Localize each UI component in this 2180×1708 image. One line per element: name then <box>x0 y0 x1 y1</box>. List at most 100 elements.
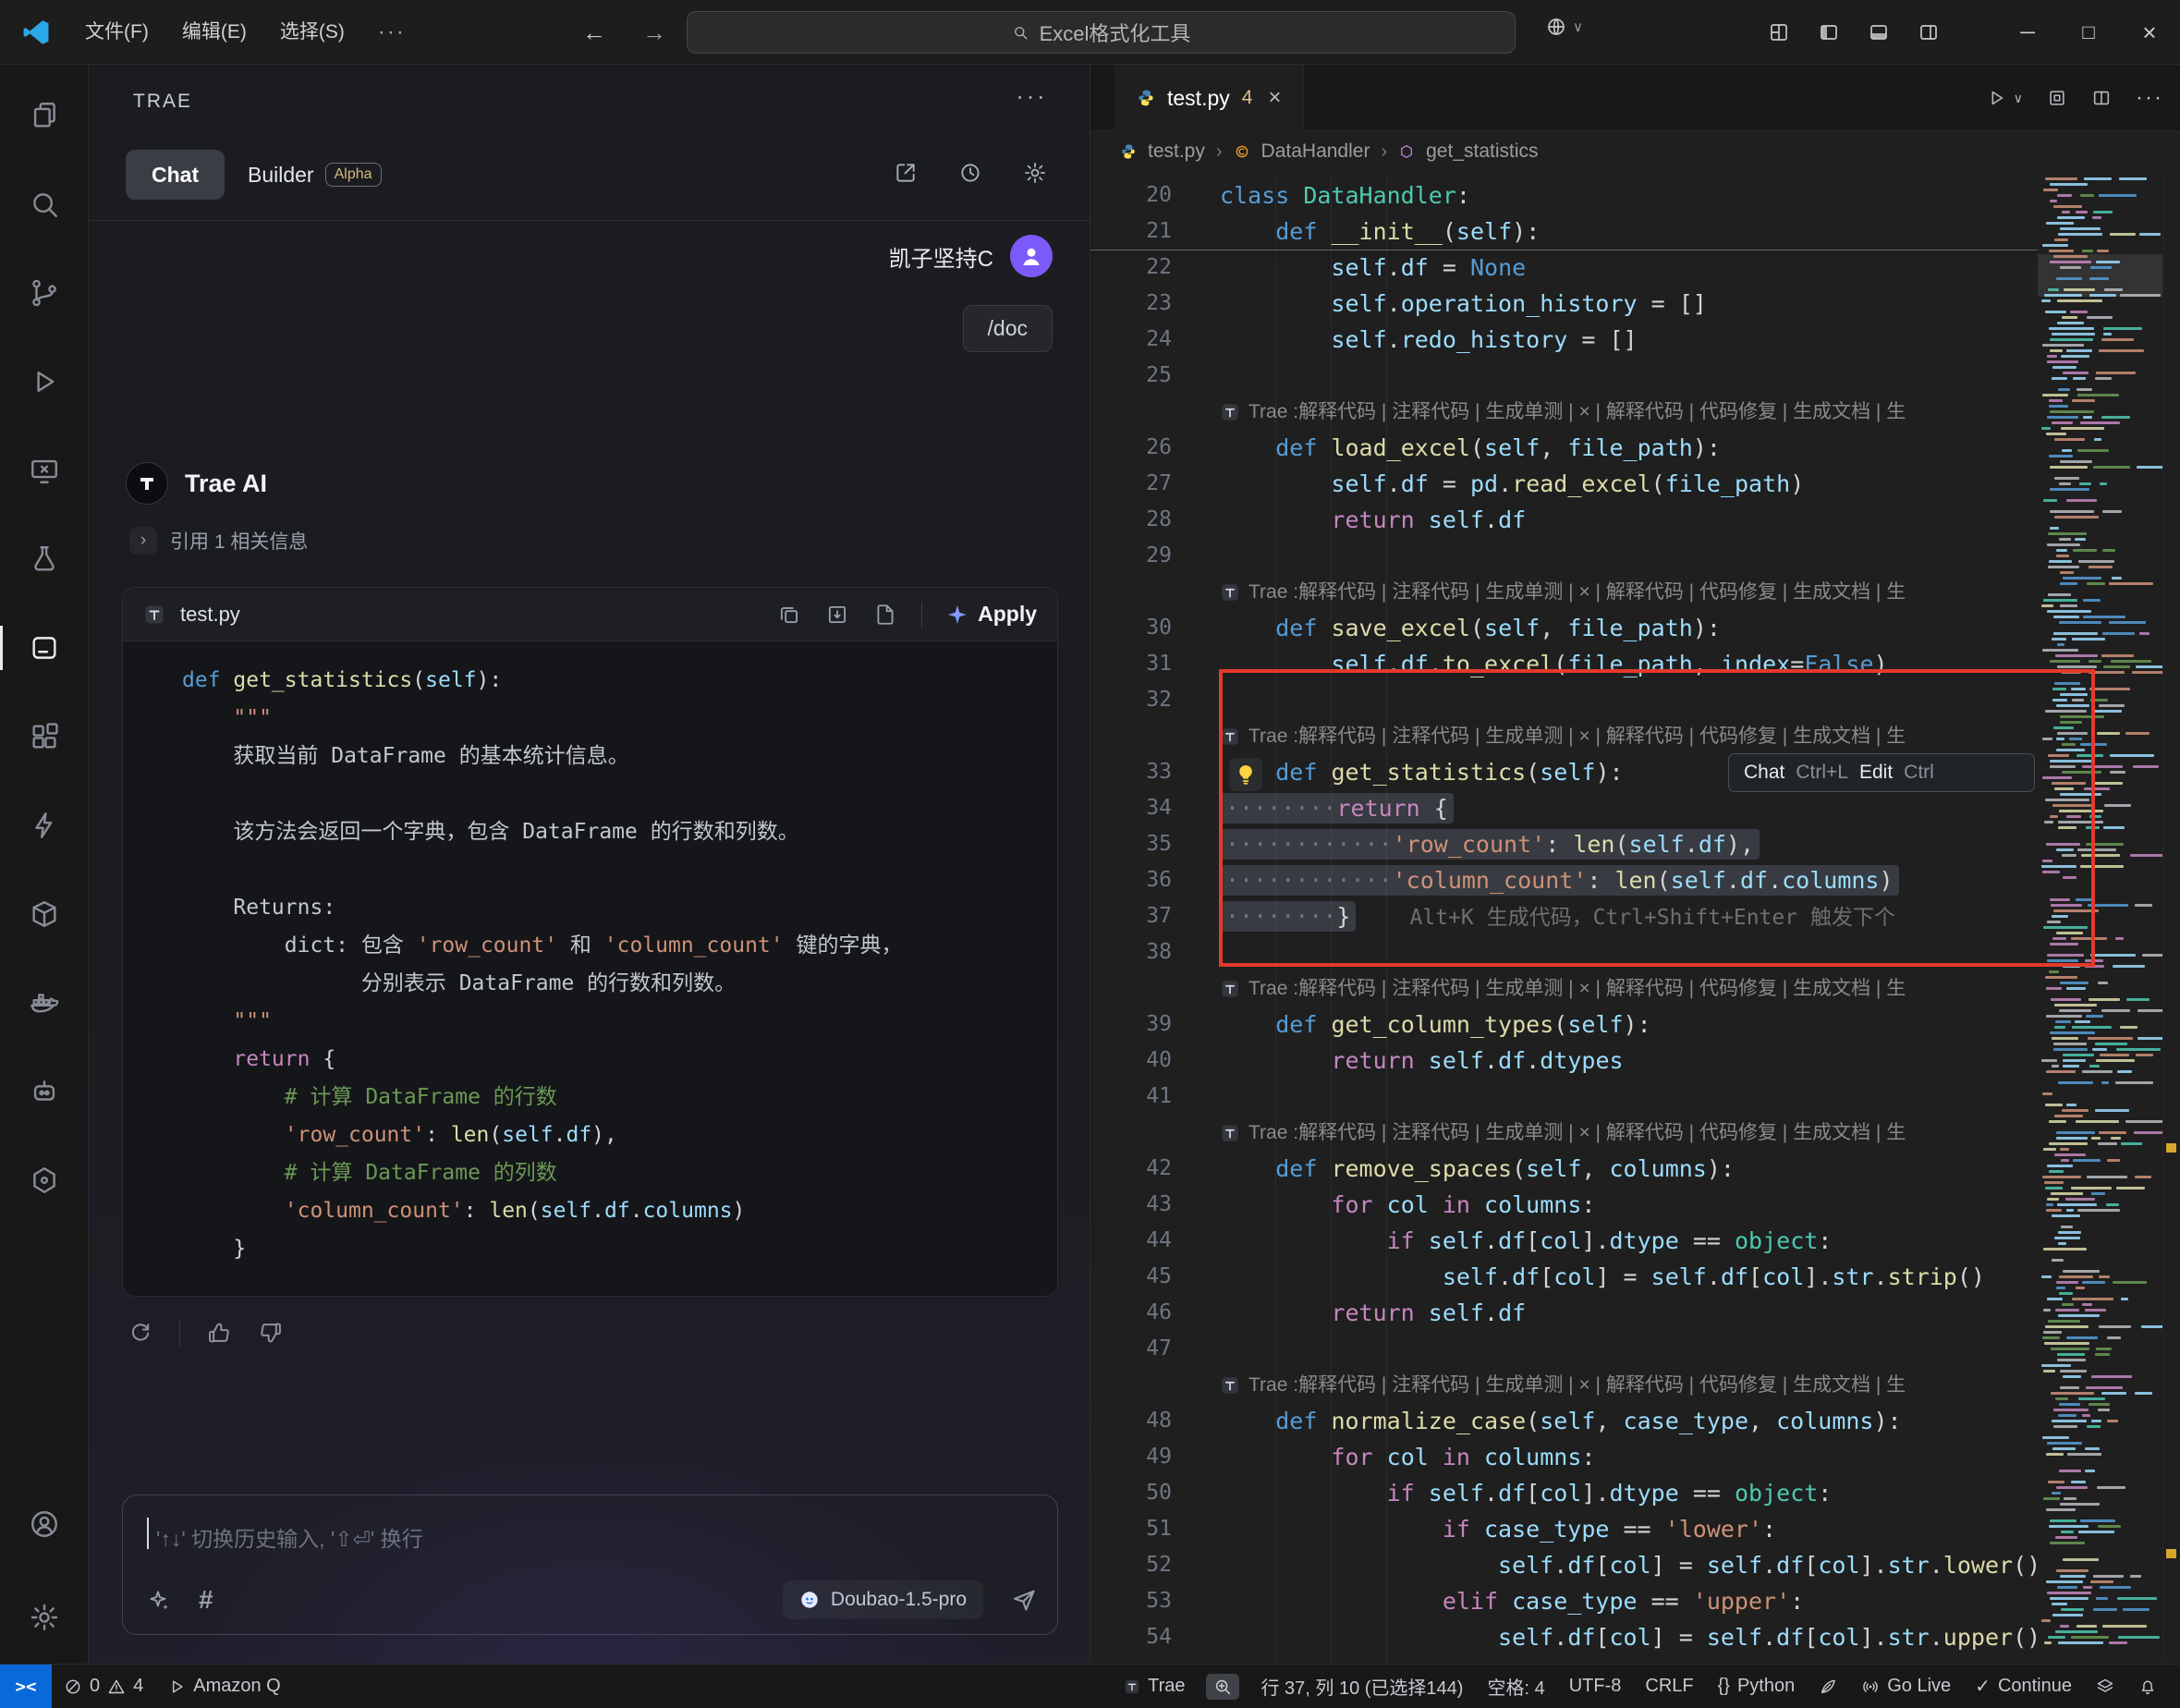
close-button[interactable]: × <box>2119 0 2180 65</box>
account-icon[interactable] <box>0 1480 89 1568</box>
extension-icon[interactable] <box>1807 1665 1849 1708</box>
command-center-search[interactable]: Excel格式化工具 <box>687 11 1516 54</box>
codelens-actions[interactable]: Trae :解释代码 | 注释代码 | 生成单测 | × | 解释代码 | 代码… <box>1220 718 1906 754</box>
minimap-line <box>2076 211 2088 214</box>
scrollbar[interactable] <box>2162 172 2180 1664</box>
doc-command-chip[interactable]: /doc <box>963 305 1053 352</box>
source-control-icon[interactable] <box>0 249 89 337</box>
context-hash-button[interactable]: # <box>199 1585 213 1615</box>
model-selector[interactable]: Doubao-1.5-pro <box>783 1580 983 1619</box>
tab-chat[interactable]: Chat <box>126 150 225 200</box>
minimize-button[interactable]: ─ <box>1997 0 2058 65</box>
minimap[interactable] <box>2038 172 2162 1664</box>
search-icon[interactable] <box>0 160 89 249</box>
run-debug-icon[interactable] <box>0 337 89 426</box>
amazon-q-item[interactable]: Amazon Q <box>155 1665 292 1708</box>
indentation-item[interactable]: 空格: 4 <box>1475 1665 1556 1708</box>
run-file-button[interactable] <box>1986 88 2006 108</box>
inline-chat-button[interactable]: Chat <box>1744 762 1784 784</box>
notifications-bell-icon[interactable] <box>2126 1665 2169 1708</box>
menu-file[interactable]: 文件(F) <box>68 0 165 65</box>
codelens-actions[interactable]: Trae :解释代码 | 注释代码 | 生成单测 | × | 解释代码 | 代码… <box>1220 970 1906 1006</box>
breadcrumb-class[interactable]: DataHandler <box>1261 140 1370 163</box>
line-content: def remove_spaces(self, columns): <box>1220 1151 2038 1187</box>
extensions-icon[interactable] <box>0 692 89 781</box>
menu-more[interactable]: ··· <box>361 0 422 65</box>
back-button[interactable]: ← <box>582 0 606 65</box>
code-line: 20class DataHandler: <box>1090 177 2038 214</box>
package-icon[interactable] <box>0 870 89 958</box>
problems-indicator[interactable]: 0 4 <box>52 1665 155 1708</box>
ai-chat-icon[interactable] <box>0 604 89 692</box>
maximize-button[interactable]: □ <box>2058 0 2119 65</box>
docker-icon[interactable] <box>0 958 89 1047</box>
codelens-actions[interactable]: Trae :解释代码 | 注释代码 | 生成单测 | × | 解释代码 | 代码… <box>1220 394 1906 430</box>
cursor-position[interactable]: 行 37, 列 10 (已选择144) <box>1248 1665 1475 1708</box>
thumbs-up-icon[interactable] <box>206 1320 232 1346</box>
copilot-icon[interactable] <box>2084 1665 2126 1708</box>
reference-row[interactable]: › 引用 1 相关信息 <box>129 527 308 555</box>
breadcrumb-method[interactable]: get_statistics <box>1426 140 1538 163</box>
codelens-actions[interactable]: Trae :解释代码 | 注释代码 | 生成单测 | × | 解释代码 | 代码… <box>1220 1367 1906 1403</box>
tab-builder[interactable]: Builder Alpha <box>248 150 382 200</box>
eol-item[interactable]: CRLF <box>1633 1665 1705 1708</box>
line-content <box>1220 1331 2038 1367</box>
lightbulb-icon[interactable] <box>1229 758 1262 791</box>
chat-settings-gear-icon[interactable] <box>1023 161 1047 185</box>
forward-button[interactable]: → <box>642 0 666 65</box>
code-area[interactable]: 20class DataHandler:21 def __init__(self… <box>1090 172 2180 1664</box>
insert-code-icon[interactable] <box>825 603 849 627</box>
line-content: for col in columns: <box>1220 1187 2038 1223</box>
tab-close-icon[interactable]: × <box>1268 85 1281 111</box>
minimap-line <box>2063 1270 2100 1273</box>
send-button[interactable] <box>1011 1587 1037 1613</box>
toggle-panel-icon[interactable] <box>1854 0 1904 65</box>
continue-item[interactable]: ✓ Continue <box>1963 1665 2084 1708</box>
minimap-line <box>2057 665 2097 668</box>
new-chat-icon[interactable] <box>894 161 918 185</box>
thumbs-down-icon[interactable] <box>258 1320 284 1346</box>
menu-edit[interactable]: 编辑(E) <box>165 0 263 65</box>
chat-input[interactable]: '↑↓' 切换历史输入, '⇧⏎' 换行 # Doubao-1.5-pro <box>122 1494 1058 1635</box>
codelens-actions[interactable]: Trae :解释代码 | 注释代码 | 生成单测 | × | 解释代码 | 代码… <box>1220 574 1906 610</box>
encoding-item[interactable]: UTF-8 <box>1557 1665 1634 1708</box>
profile-menu[interactable]: ∨ <box>1545 16 1583 38</box>
editor-more-button[interactable]: ··· <box>2136 85 2163 111</box>
explorer-icon[interactable] <box>0 71 89 160</box>
remote-window-icon[interactable] <box>0 426 89 515</box>
bot-icon[interactable] <box>0 1047 89 1136</box>
editor-tab-test-py[interactable]: test.py 4 × <box>1114 65 1304 131</box>
zoom-status-item[interactable] <box>1206 1674 1239 1700</box>
minimap-line <box>2088 1037 2133 1040</box>
minimap-line <box>2098 1409 2110 1411</box>
trae-status-item[interactable]: Trae <box>1112 1665 1197 1708</box>
remote-indicator[interactable]: >< <box>0 1665 52 1708</box>
hexagon-icon[interactable] <box>0 1136 89 1225</box>
history-icon[interactable] <box>958 161 982 185</box>
toggle-sidebar-icon[interactable] <box>1804 0 1854 65</box>
bolt-icon[interactable] <box>0 781 89 870</box>
line-number: 54 <box>1090 1619 1220 1655</box>
split-editor-button[interactable] <box>2091 88 2112 108</box>
regenerate-icon[interactable] <box>128 1320 153 1346</box>
toggle-secondary-sidebar-icon[interactable] <box>1904 0 1954 65</box>
panel-more-button[interactable]: ··· <box>1016 81 1047 111</box>
apply-button[interactable]: Apply <box>946 602 1037 627</box>
skills-sparkle-icon[interactable] <box>147 1588 171 1612</box>
create-file-icon[interactable] <box>873 603 897 627</box>
copy-icon[interactable] <box>777 603 801 627</box>
menu-selection[interactable]: 选择(S) <box>263 0 361 65</box>
minimap-line <box>2136 665 2162 668</box>
run-dropdown-icon[interactable]: ∨ <box>2014 91 2023 106</box>
go-live-item[interactable]: Go Live <box>1849 1665 1963 1708</box>
settings-gear-icon[interactable] <box>0 1573 89 1662</box>
open-changes-icon[interactable] <box>2047 88 2067 108</box>
customize-layout-icon[interactable] <box>1754 0 1804 65</box>
divider <box>921 602 922 628</box>
test-flask-icon[interactable] <box>0 515 89 604</box>
language-item[interactable]: {} Python <box>1706 1665 1808 1708</box>
inline-edit-button[interactable]: Edit <box>1859 762 1893 784</box>
breadcrumb-file[interactable]: test.py <box>1148 140 1205 163</box>
codelens-actions[interactable]: Trae :解释代码 | 注释代码 | 生成单测 | × | 解释代码 | 代码… <box>1220 1115 1906 1151</box>
inline-ai-toolbar[interactable]: Chat Ctrl+L Edit Ctrl <box>1728 753 2035 792</box>
